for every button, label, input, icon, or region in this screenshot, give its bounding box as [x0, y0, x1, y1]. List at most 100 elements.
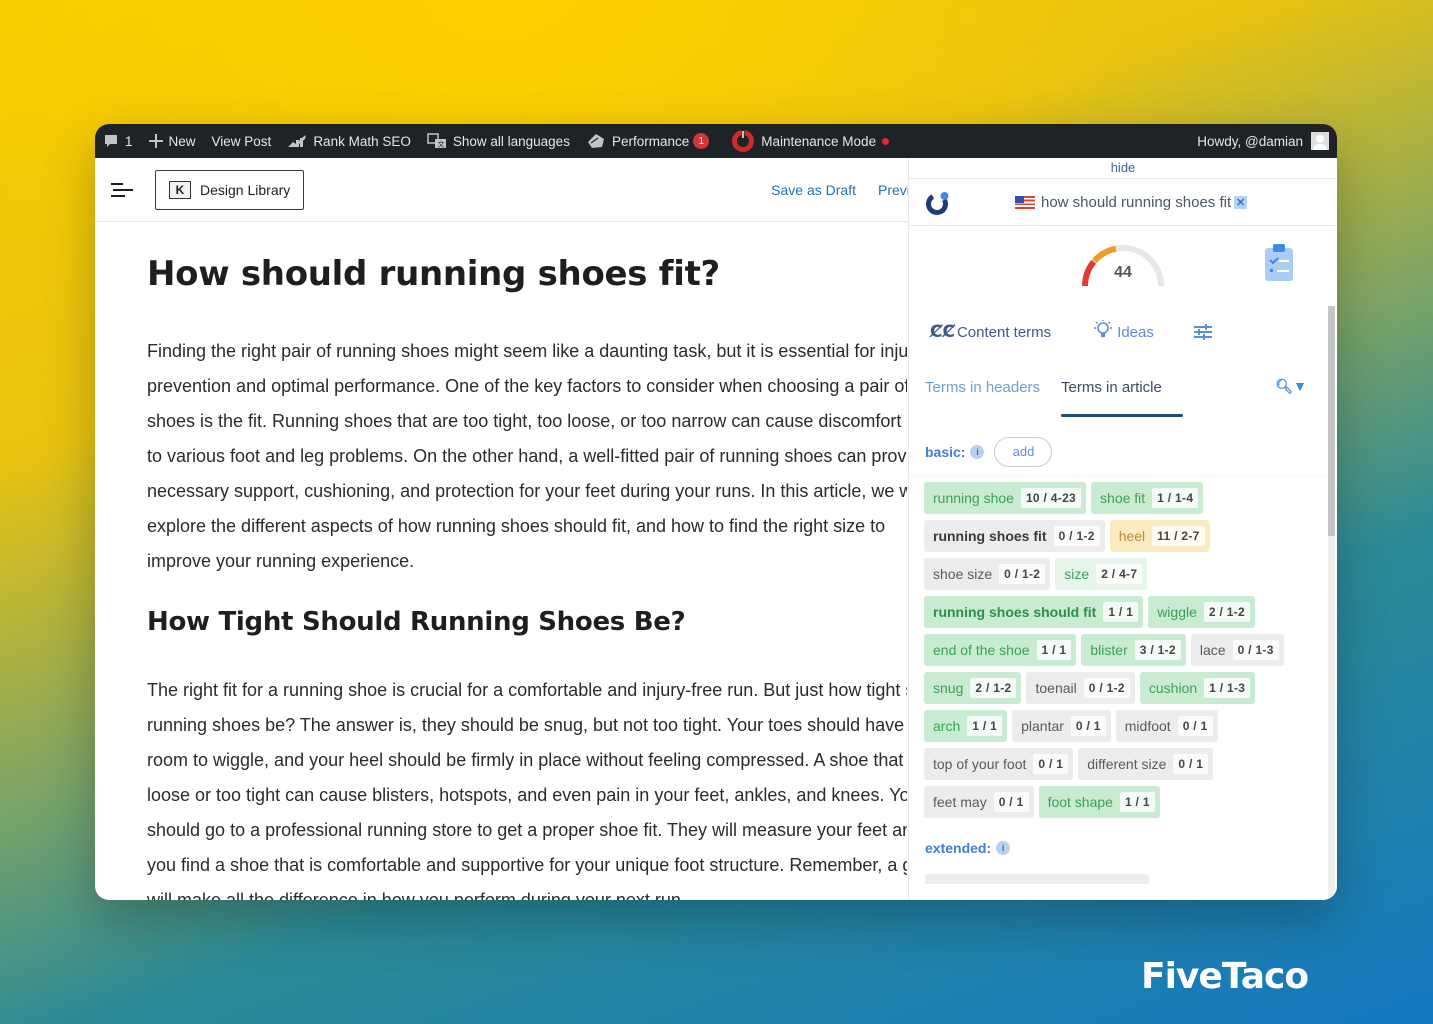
term-chip[interactable]: snug 2 / 1-2 — [924, 672, 1022, 704]
term-chip[interactable]: top of your foot 0 / 1 — [924, 748, 1074, 780]
languages-label: Show all languages — [452, 133, 570, 149]
save-draft-button[interactable]: Save as Draft — [771, 182, 856, 198]
term-label: running shoes fit — [933, 528, 1047, 544]
post-title[interactable]: How should running shoes fit? — [147, 254, 907, 294]
term-chip[interactable]: blister 3 / 1-2 — [1081, 634, 1186, 666]
text-line: to various foot and leg problems. On the… — [147, 446, 907, 466]
extended-term-chip[interactable] — [925, 874, 1149, 884]
lightbulb-icon — [1092, 320, 1114, 344]
checklist-button[interactable] — [1264, 242, 1294, 287]
hide-panel-link[interactable]: hide — [909, 158, 1337, 178]
content-terms-label: Content terms — [956, 323, 1052, 341]
info-icon[interactable]: i — [996, 841, 1011, 855]
panel-scrollbar[interactable] — [1328, 306, 1335, 896]
term-label: midfoot — [1124, 718, 1171, 734]
text-line: The right fit for a running shoe is cruc… — [147, 680, 907, 700]
ideas-label: Ideas — [1117, 323, 1154, 341]
term-chip[interactable]: foot shape 1 / 1 — [1038, 786, 1160, 818]
performance-icon — [586, 132, 606, 150]
terms-tabs: Terms in headers Terms in article 🔍︎▼ — [909, 356, 1337, 428]
keyword-bar: how should running shoes fit ✕ — [909, 178, 1337, 226]
term-chip[interactable]: running shoe 10 / 4-23 — [924, 482, 1087, 514]
term-chip[interactable]: heel 11 / 2-7 — [1109, 520, 1210, 552]
term-chip[interactable]: lace 0 / 1-3 — [1190, 634, 1284, 666]
term-chip[interactable]: toenail 0 / 1-2 — [1026, 672, 1135, 704]
settings-tab[interactable] — [1193, 324, 1212, 340]
avatar — [1311, 132, 1329, 150]
scrollbar-thumb[interactable] — [1328, 306, 1335, 536]
paragraph-1[interactable]: Finding the right pair of running shoes … — [147, 334, 907, 579]
term-label: shoe size — [933, 566, 993, 582]
maintenance-status-dot — [882, 137, 890, 145]
term-chip[interactable]: feet may 0 / 1 — [924, 786, 1034, 818]
basic-terms-header: basic: i add — [909, 428, 1337, 476]
tab-terms-in-article[interactable]: Terms in article — [1061, 379, 1162, 396]
term-label: feet may — [933, 794, 987, 810]
term-count: 1 / 1-4 — [1152, 488, 1199, 508]
view-post-link[interactable]: View Post — [204, 124, 280, 158]
term-chip[interactable]: plantar 0 / 1 — [1012, 710, 1111, 742]
term-count: 1 / 1 — [1103, 602, 1139, 622]
term-chip[interactable]: arch 1 / 1 — [924, 710, 1008, 742]
account-menu[interactable]: Howdy, @damian — [1189, 124, 1337, 158]
heading-2[interactable]: How Tight Should Running Shoes Be? — [147, 607, 907, 637]
term-count: 0 / 1 — [1033, 754, 1069, 774]
clipboard-icon — [1265, 244, 1293, 281]
term-chip[interactable]: wiggle 2 / 1-2 — [1148, 596, 1256, 628]
comments-count: 1 — [125, 133, 133, 149]
active-tab-indicator — [1061, 414, 1183, 417]
term-chip[interactable]: cushion 1 / 1-3 — [1139, 672, 1256, 704]
term-chip[interactable]: running shoes fit 0 / 1-2 — [924, 520, 1105, 552]
term-label: blister — [1090, 642, 1128, 658]
text-line: improve your running experience. — [147, 551, 415, 571]
term-chip[interactable]: shoe fit 1 / 1-4 — [1091, 482, 1204, 514]
term-count: 1 / 1 — [1119, 792, 1155, 812]
performance-label: Performance — [611, 133, 690, 149]
kadence-icon: K — [169, 180, 191, 199]
remove-keyword-icon[interactable]: ✕ — [1234, 195, 1248, 209]
content-terms-tab[interactable]: ȻȻ Content terms — [930, 322, 1051, 342]
text-line: loose or too tight can cause blisters, h… — [147, 785, 907, 805]
comments-menu[interactable]: 1 — [95, 124, 141, 158]
translate-icon: 文 — [427, 133, 447, 149]
info-icon[interactable]: i — [970, 444, 985, 459]
term-label: shoe fit — [1100, 490, 1146, 506]
post-content[interactable]: How should running shoes fit? Finding th… — [147, 222, 907, 900]
search-icon: 🔍︎ — [1275, 378, 1294, 394]
term-chip[interactable]: running shoes should fit 1 / 1 — [924, 596, 1144, 628]
document-overview-button[interactable] — [111, 182, 133, 197]
maintenance-menu[interactable]: Maintenance Mode — [723, 124, 897, 158]
term-label: snug — [933, 680, 964, 696]
term-chip[interactable]: shoe size 0 / 1-2 — [924, 558, 1051, 590]
term-label: heel — [1118, 528, 1146, 544]
ideas-tab[interactable]: Ideas — [1092, 320, 1154, 344]
rank-math-icon — [287, 134, 307, 148]
design-library-button[interactable]: K Design Library — [155, 169, 305, 210]
new-menu[interactable]: New — [141, 124, 204, 158]
tab-terms-in-headers[interactable]: Terms in headers — [925, 379, 1040, 396]
term-count: 1 / 1 — [967, 716, 1003, 736]
paragraph-2[interactable]: The right fit for a running shoe is cruc… — [147, 673, 907, 900]
term-label: end of the shoe — [933, 642, 1030, 658]
browser-window: 1 New View Post Rank Math SEO 文 Show all… — [95, 124, 1337, 900]
performance-menu[interactable]: Performance 1 — [578, 124, 717, 158]
preview-button[interactable]: Preview — [878, 182, 908, 198]
maintenance-label: Maintenance Mode — [761, 133, 877, 149]
search-filter-button[interactable]: 🔍︎▼ — [1275, 378, 1307, 395]
languages-menu[interactable]: 文 Show all languages — [419, 124, 578, 158]
text-line: will make all the difference in how you … — [147, 890, 686, 900]
term-chip[interactable]: end of the shoe 1 / 1 — [924, 634, 1077, 666]
term-label: foot shape — [1047, 794, 1113, 810]
term-chip[interactable]: midfoot 0 / 1 — [1115, 710, 1218, 742]
term-count: 11 / 2-7 — [1152, 526, 1205, 546]
term-label: plantar — [1021, 718, 1064, 734]
term-chip[interactable]: different size 0 / 1 — [1078, 748, 1214, 780]
tool-tabs: ȻȻ Content terms Ideas — [909, 308, 1337, 356]
term-chip[interactable]: size 2 / 4-7 — [1055, 558, 1148, 590]
add-term-button[interactable]: add — [994, 436, 1053, 467]
filter-icon: ▼ — [1293, 378, 1307, 394]
term-count: 10 / 4-23 — [1020, 488, 1082, 508]
rank-math-menu[interactable]: Rank Math SEO — [279, 124, 419, 158]
term-count: 0 / 1-2 — [1053, 526, 1100, 546]
text-line: should go to a professional running stor… — [147, 820, 907, 840]
